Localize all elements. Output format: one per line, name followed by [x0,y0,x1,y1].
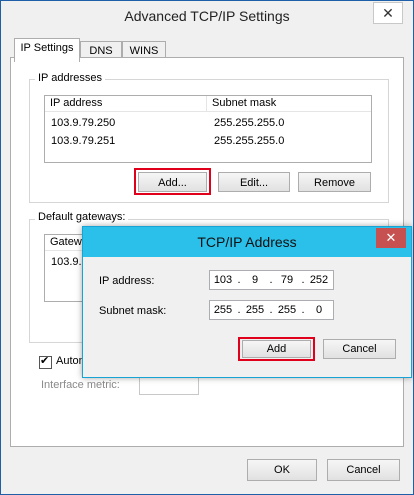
column-header-ip-address[interactable]: IP address [45,96,207,112]
remove-ip-button[interactable]: Remove [298,172,371,192]
mask-octet-3[interactable]: 255 [274,301,300,319]
dialog-title: TCP/IP Address [83,227,411,257]
interface-metric-label: Interface metric: [41,379,120,391]
edit-ip-button[interactable]: Edit... [218,172,290,192]
automatic-metric-checkbox[interactable]: ✔ [39,355,52,369]
ok-button[interactable]: OK [247,459,317,481]
ip-octet-3[interactable]: 79 [274,271,300,289]
tcpip-address-dialog: TCP/IP Address ✕ IP address: 103. 9. 79. 25… [82,226,412,378]
mask-octet-2[interactable]: 255 [242,301,268,319]
tab-ip-settings[interactable]: IP Settings [14,38,80,62]
close-icon: ✕ [382,5,394,21]
mask-octet-4[interactable]: 0 [306,301,332,319]
ip-octet-4[interactable]: 252 [306,271,332,289]
ip-addresses-group-label: IP addresses [35,72,106,84]
ip-address-list[interactable]: IP address Subnet mask 103.9.79.250 255.… [44,95,372,163]
subnet-mask-cell: 255.255.255.0 [214,117,285,129]
window-close-button[interactable]: ✕ [373,2,403,24]
ip-octet-2[interactable]: 9 [242,271,268,289]
table-row[interactable]: 103.9.79.251 255.255.255.0 [45,132,371,150]
window-title: Advanced TCP/IP Settings [1,1,413,31]
close-icon: ✕ [385,230,397,245]
checkmark-icon: ✔ [40,355,50,367]
subnet-mask-cell: 255.255.255.0 [214,135,285,147]
ip-address-cell: 103.9.79.251 [51,135,116,147]
column-header-subnet-mask[interactable]: Subnet mask [207,96,371,112]
default-gateways-group-label: Default gateways: [35,211,129,223]
gateway-cell: 103.9. [51,256,82,268]
add-ip-button[interactable]: Add... [138,172,207,192]
ip-address-field[interactable]: 103. 9. 79. 252 [209,270,334,290]
ip-octet-1[interactable]: 103 [210,271,236,289]
dialog-add-button[interactable]: Add [242,340,311,358]
ip-address-label: IP address: [99,275,155,287]
mask-octet-1[interactable]: 255 [210,301,236,319]
ip-address-cell: 103.9.79.250 [51,117,116,129]
dialog-close-button[interactable]: ✕ [376,228,406,248]
table-row[interactable]: 103.9.79.250 255.255.255.0 [45,114,371,132]
subnet-mask-field[interactable]: 255. 255. 255. 0 [209,300,334,320]
subnet-mask-label: Subnet mask: [99,305,167,317]
interface-metric-input[interactable] [139,375,199,395]
cancel-button[interactable]: Cancel [327,459,400,481]
dialog-cancel-button[interactable]: Cancel [323,339,396,359]
